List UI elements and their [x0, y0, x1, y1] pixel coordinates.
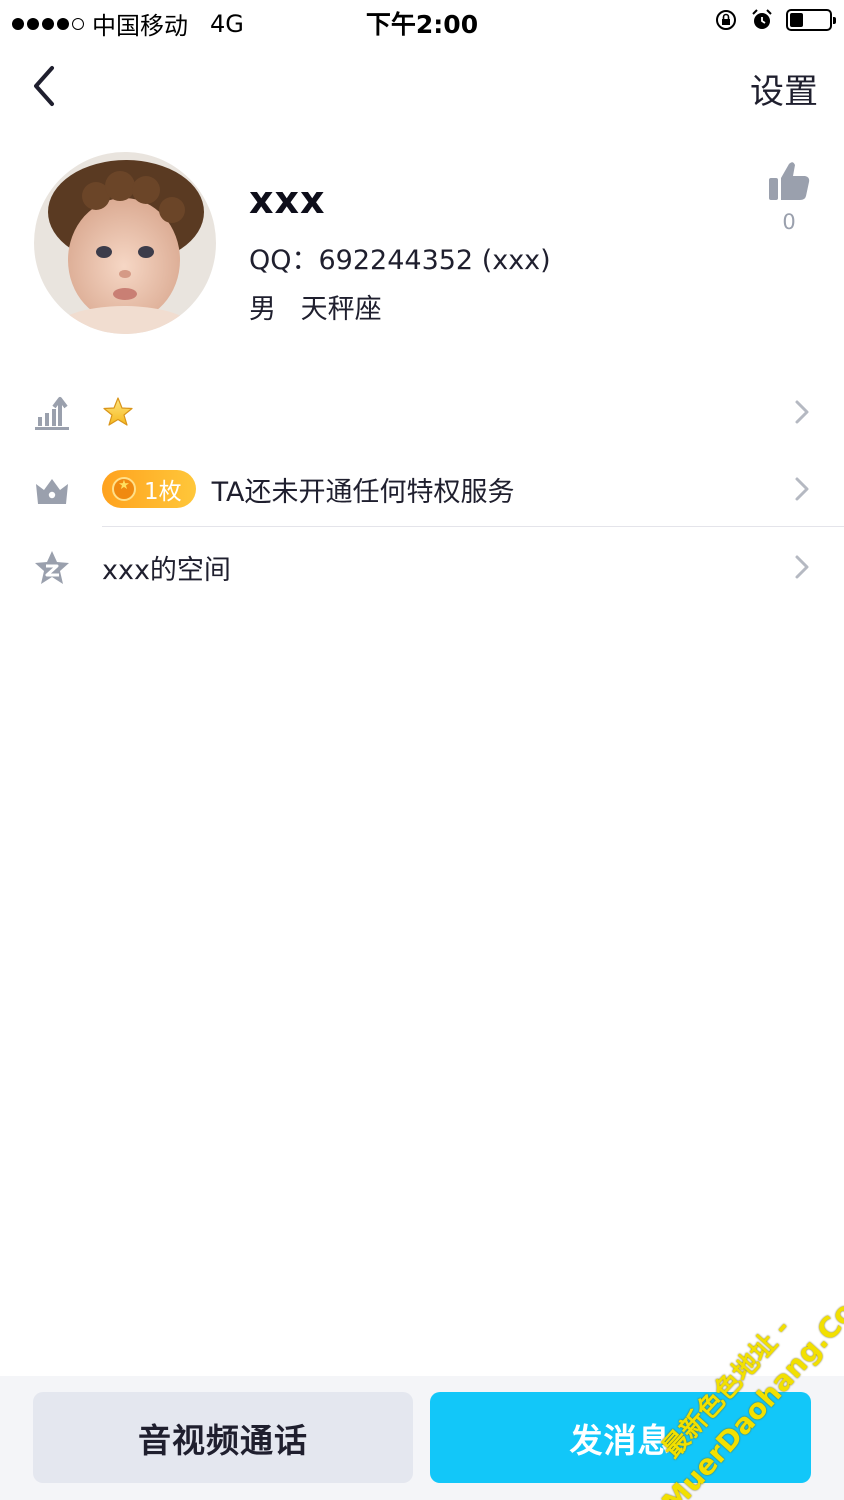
back-button[interactable] — [22, 60, 70, 112]
battery-icon — [786, 9, 836, 31]
bottom-action-bar: 音视频通话 发消息 — [0, 1376, 844, 1500]
profile-qq-number: QQ：692244352 (xxx) — [249, 245, 551, 276]
settings-button[interactable]: 设置 — [750, 64, 818, 113]
chevron-left-icon — [34, 66, 54, 106]
nav-bar: 设置 — [0, 44, 844, 128]
profile-zodiac: 天秤座 — [300, 294, 382, 325]
chevron-right-icon — [795, 555, 809, 579]
profile-meta: 男 天秤座 — [249, 287, 382, 326]
chevron-right-icon — [795, 477, 809, 501]
chevron-right-icon — [795, 400, 809, 424]
medal-badge: 1枚 — [102, 470, 196, 508]
privilege-row[interactable]: 1枚 TA还未开通任何特权服务 — [0, 450, 844, 528]
qzone-icon — [35, 551, 69, 584]
battery-level — [790, 13, 803, 27]
like-button[interactable]: 0 — [762, 160, 816, 234]
level-chart-icon — [35, 397, 69, 430]
status-bar: 中国移动 4G 下午2:00 — [0, 0, 844, 44]
star-icon — [103, 397, 133, 426]
alarm-icon — [752, 9, 772, 29]
qzone-content: xxx的空间 — [102, 528, 231, 606]
profile-name: xxx — [249, 178, 326, 222]
send-message-button[interactable]: 发消息 — [430, 1392, 811, 1483]
level-row[interactable] — [0, 373, 844, 451]
row-divider — [102, 526, 844, 527]
privilege-content: 1枚 TA还未开通任何特权服务 — [102, 450, 515, 528]
qzone-row[interactable]: xxx的空间 — [0, 528, 844, 606]
medal-count: 1枚 — [144, 479, 182, 505]
rotation-lock-icon — [716, 10, 736, 30]
video-call-button[interactable]: 音视频通话 — [33, 1392, 413, 1483]
medal-coin-icon — [112, 477, 136, 501]
like-count: 0 — [782, 210, 796, 234]
avatar[interactable] — [34, 152, 216, 334]
thumbs-up-icon — [769, 162, 810, 200]
level-content — [102, 373, 134, 451]
qzone-text: xxx的空间 — [102, 554, 231, 586]
profile-gender: 男 — [249, 294, 276, 325]
status-right — [714, 8, 836, 32]
crown-icon — [36, 479, 68, 504]
privilege-text: TA还未开通任何特权服务 — [211, 476, 515, 508]
avatar-image — [34, 152, 216, 334]
